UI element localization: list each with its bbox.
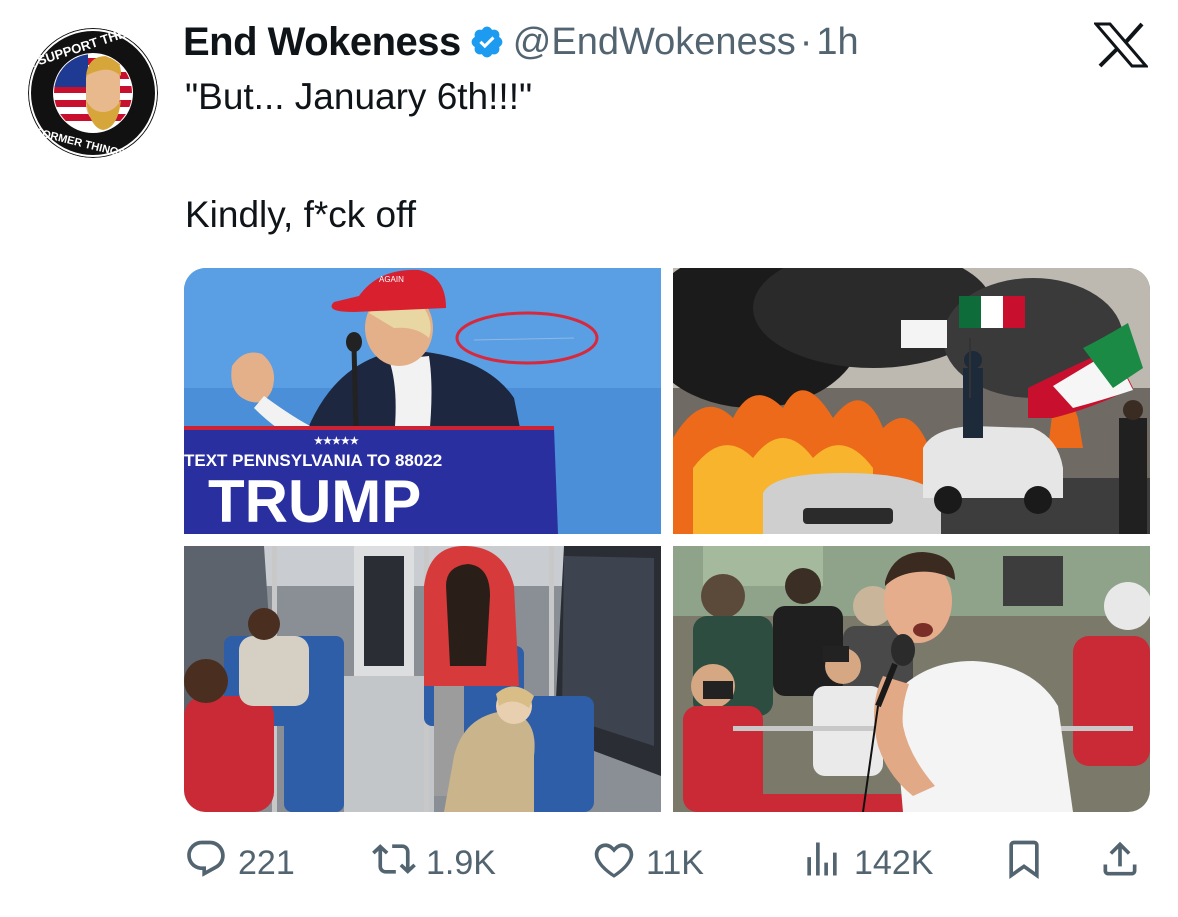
timestamp[interactable]: 1h (816, 21, 858, 64)
bar-chart-icon (800, 837, 844, 890)
repost-count: 1.9K (426, 843, 496, 882)
media-photo-speaker[interactable] (673, 546, 1150, 812)
avatar[interactable]: I SUPPORT THE FORMER THINGS (28, 28, 158, 158)
tweet-action-bar: 221 1.9K 11K 142K (184, 835, 1150, 891)
tweet-header: End Wokeness @EndWokeness · 1h (183, 14, 859, 70)
like-count: 11K (646, 843, 704, 882)
media-photo-train[interactable] (184, 546, 661, 812)
user-handle[interactable]: @EndWokeness (513, 21, 796, 64)
banner-text-large: TRUMP (208, 468, 421, 534)
repost-arrows-icon (372, 837, 416, 890)
cap-text: AGAIN (379, 275, 404, 284)
repost-button[interactable]: 1.9K (372, 835, 496, 891)
tweet-text-line-1: "But... January 6th!!!" (185, 76, 533, 117)
svg-text:★★★★★: ★★★★★ (314, 436, 359, 447)
views-button[interactable]: 142K (800, 835, 933, 891)
bookmark-icon (1002, 837, 1046, 890)
like-button[interactable]: 11K (592, 835, 704, 891)
display-name[interactable]: End Wokeness (183, 20, 461, 65)
media-photo-fire[interactable] (673, 268, 1150, 534)
share-button[interactable] (1098, 835, 1142, 891)
views-count: 142K (854, 843, 934, 882)
avatar-badge-image: I SUPPORT THE FORMER THINGS (28, 28, 158, 158)
verified-badge-icon[interactable] (469, 24, 505, 60)
bookmark-button[interactable] (1002, 835, 1046, 891)
speech-bubble-icon (184, 837, 228, 890)
separator-dot: · (799, 20, 813, 63)
heart-icon (592, 837, 636, 890)
reply-button[interactable]: 221 (184, 835, 295, 891)
x-logo-icon (1092, 22, 1150, 68)
reply-count: 221 (238, 843, 295, 882)
tweet-text-line-2: Kindly, f*ck off (185, 194, 417, 235)
media-photo-rally[interactable]: AGAIN ★★★★★ TEXT PENNSYLVANIA TO 88022 T… (184, 268, 661, 534)
share-upload-icon (1098, 837, 1142, 890)
media-grid: AGAIN ★★★★★ TEXT PENNSYLVANIA TO 88022 T… (184, 268, 1150, 812)
